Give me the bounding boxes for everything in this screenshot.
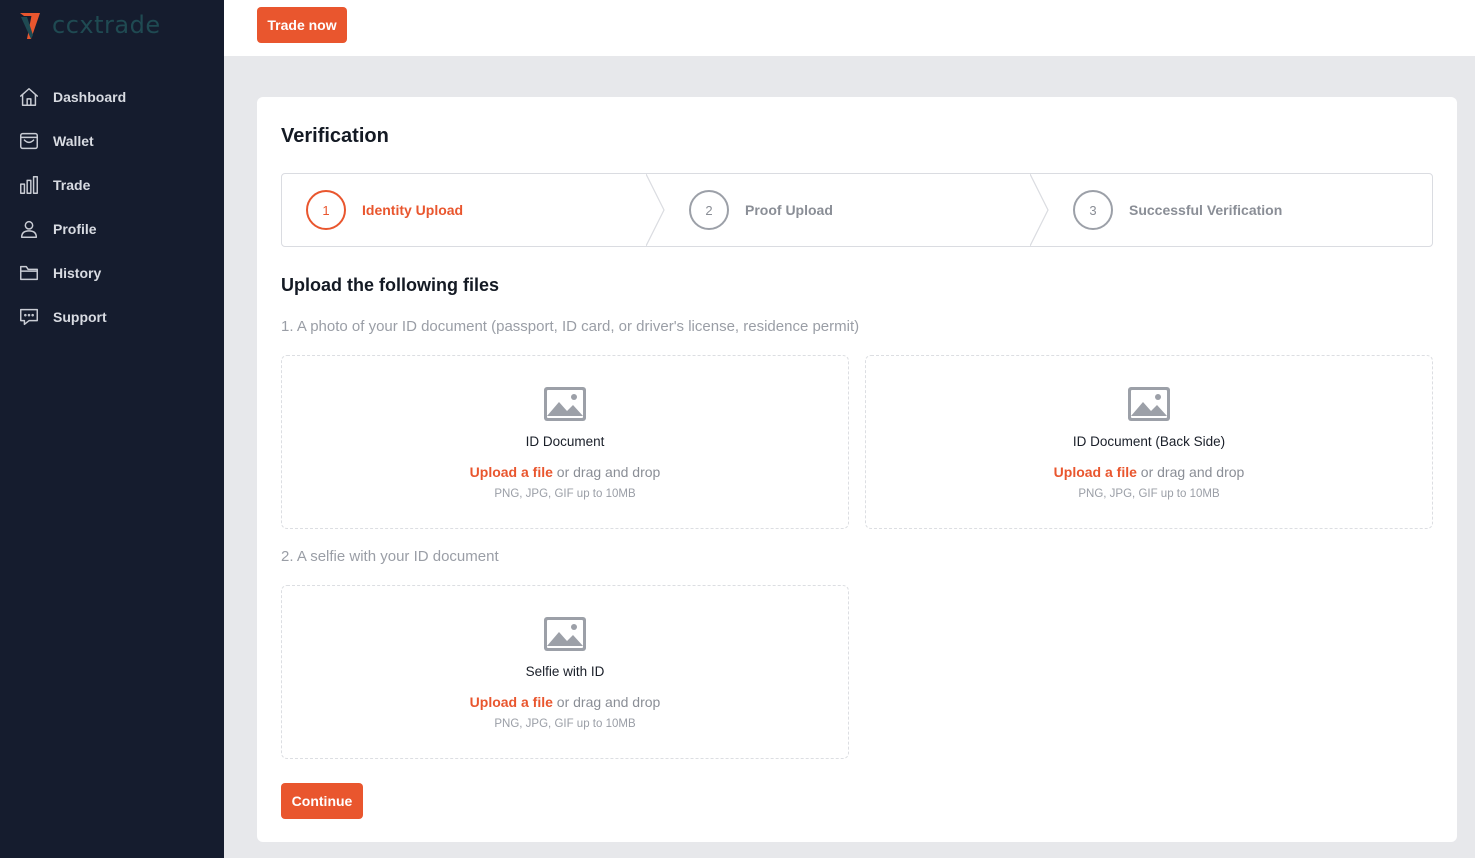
upload-file-link[interactable]: Upload a file <box>470 694 553 710</box>
step-label: Proof Upload <box>745 202 833 218</box>
sidebar-item-wallet[interactable]: Wallet <box>0 119 224 163</box>
continue-button[interactable]: Continue <box>281 783 363 819</box>
sidebar-item-label: Trade <box>53 177 91 193</box>
file-type-hint: PNG, JPG, GIF up to 10MB <box>1078 488 1220 500</box>
step-identity-upload[interactable]: 1 Identity Upload <box>306 174 463 246</box>
image-placeholder-icon <box>544 387 586 421</box>
stepper: 1 Identity Upload 2 Proof Upload 3 Succe… <box>281 173 1433 247</box>
drag-drop-text: or drag and drop <box>552 464 661 480</box>
logo-text: ccxtrade <box>52 11 161 39</box>
sidebar-item-support[interactable]: Support <box>0 295 224 339</box>
step-number: 2 <box>689 190 729 230</box>
drag-drop-text: or drag and drop <box>1136 464 1245 480</box>
sidebar-item-history[interactable]: History <box>0 251 224 295</box>
image-placeholder-icon <box>1128 387 1170 421</box>
upload-dropzone-id-document-back[interactable]: ID Document (Back Side) Upload a file or… <box>865 355 1433 529</box>
sidebar-item-trade[interactable]: Trade <box>0 163 224 207</box>
drag-drop-text: or drag and drop <box>552 694 661 710</box>
logo-mark-icon <box>20 13 40 39</box>
instruction-selfie: 2. A selfie with your ID document <box>281 548 499 565</box>
upload-file-link[interactable]: Upload a file <box>470 464 553 480</box>
upload-dropzone-selfie[interactable]: Selfie with ID Upload a file or drag and… <box>281 585 849 759</box>
upload-file-link[interactable]: Upload a file <box>1054 464 1137 480</box>
sidebar-item-profile[interactable]: Profile <box>0 207 224 251</box>
section-title: Upload the following files <box>281 275 499 295</box>
file-type-hint: PNG, JPG, GIF up to 10MB <box>494 488 636 500</box>
file-type-hint: PNG, JPG, GIF up to 10MB <box>494 718 636 730</box>
sidebar-item-dashboard[interactable]: Dashboard <box>0 75 224 119</box>
chat-icon <box>18 306 40 328</box>
sidebar-item-label: Wallet <box>53 133 94 149</box>
image-placeholder-icon <box>544 617 586 651</box>
wallet-icon <box>18 130 40 152</box>
step-proof-upload[interactable]: 2 Proof Upload <box>689 174 833 246</box>
verification-card: Verification 1 Identity Upload 2 Proof U… <box>257 97 1457 842</box>
upload-instruction: Upload a file or drag and drop <box>282 694 848 710</box>
home-icon <box>18 86 40 108</box>
bar-chart-icon <box>18 174 40 196</box>
top-bar: Trade now <box>224 0 1475 56</box>
sidebar: ccxtrade Dashboard Wallet Trade Profile <box>0 0 224 858</box>
sidebar-item-label: Support <box>53 309 107 325</box>
step-divider-icon <box>646 174 665 246</box>
upload-instruction: Upload a file or drag and drop <box>866 464 1432 480</box>
sidebar-nav: Dashboard Wallet Trade Profile History S… <box>0 75 224 339</box>
logo[interactable]: ccxtrade <box>18 8 161 42</box>
step-number: 1 <box>306 190 346 230</box>
sidebar-item-label: Dashboard <box>53 89 127 105</box>
step-label: Identity Upload <box>362 202 464 218</box>
upload-instruction: Upload a file or drag and drop <box>282 464 848 480</box>
step-label: Successful Verification <box>1129 202 1283 218</box>
folder-icon <box>18 262 40 284</box>
upload-name: ID Document (Back Side) <box>1072 434 1226 449</box>
page-title: Verification <box>281 125 389 147</box>
instruction-id-photo: 1. A photo of your ID document (passport… <box>281 318 860 335</box>
step-divider-icon <box>1030 174 1049 246</box>
user-icon <box>18 218 40 240</box>
upload-dropzone-id-document[interactable]: ID Document Upload a file or drag and dr… <box>281 355 849 529</box>
trade-now-button[interactable]: Trade now <box>257 7 347 43</box>
sidebar-item-label: Profile <box>53 221 97 237</box>
upload-name: ID Document <box>525 434 605 449</box>
upload-name: Selfie with ID <box>525 664 605 679</box>
step-number: 3 <box>1073 190 1113 230</box>
step-successful-verification[interactable]: 3 Successful Verification <box>1073 174 1282 246</box>
sidebar-item-label: History <box>53 265 102 281</box>
